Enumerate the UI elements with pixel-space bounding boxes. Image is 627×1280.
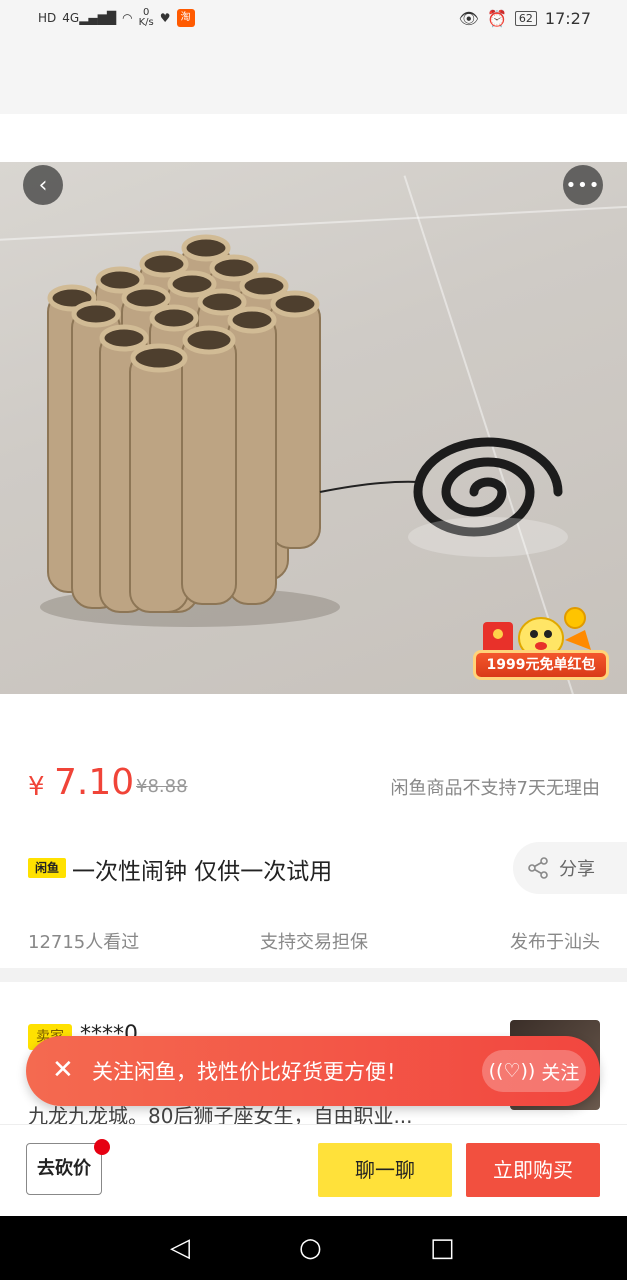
notification-dot — [94, 1139, 110, 1155]
follow-button[interactable]: ((♡)) 关注 — [482, 1050, 586, 1092]
bargain-button[interactable]: 去砍价 — [26, 1143, 102, 1195]
section-divider — [0, 968, 627, 982]
nav-recents-icon[interactable]: □ — [430, 1234, 455, 1262]
buy-now-button[interactable]: 立即购买 — [466, 1143, 600, 1197]
chat-button[interactable]: 聊一聊 — [318, 1143, 452, 1197]
follow-button-label: 关注 — [541, 1061, 580, 1084]
close-icon[interactable]: ✕ — [52, 1054, 74, 1086]
return-policy-note: 闲鱼商品不支持7天无理由 — [390, 778, 600, 799]
net-speed: 0 K/s — [139, 8, 154, 28]
publish-location: 发布于汕头 — [510, 932, 600, 953]
more-dots-icon: ••• — [565, 174, 601, 196]
more-options-button[interactable]: ••• — [563, 165, 603, 205]
share-label: 分享 — [559, 859, 595, 880]
wifi-icon: ◠ — [122, 11, 133, 25]
taobao-app-icon: 淘 — [176, 9, 195, 27]
product-image[interactable]: ‹ ••• 1999元免单红包 — [0, 162, 627, 694]
meta-row: 12715人看过 支持交易担保 发布于汕头 — [28, 928, 600, 958]
alarm-icon: ⏰ — [486, 9, 507, 28]
header-spacer — [0, 40, 627, 114]
share-button[interactable]: 分享 — [513, 842, 627, 894]
price-currency: ¥ — [28, 772, 45, 802]
title-row: 闲鱼 一次性闹钟 仅供一次试用 分享 — [28, 842, 627, 894]
back-button[interactable]: ‹ — [23, 165, 63, 205]
guarantee-note: 支持交易担保 — [260, 932, 368, 953]
product-title: 一次性闹钟 仅供一次试用 — [72, 859, 333, 885]
price-row: ¥ 7.10 ¥8.88 闲鱼商品不支持7天无理由 — [28, 760, 600, 810]
system-navigation-bar: ◁ ○ □ — [0, 1216, 627, 1280]
battery-icon: 62 — [514, 11, 537, 26]
hd-indicator: HD — [38, 11, 57, 25]
health-heart-icon: ♥ — [159, 11, 171, 25]
cellular-signal-icon: 4G▂▄▆█ — [62, 11, 117, 25]
eye-icon: 👁 — [458, 9, 479, 28]
clock-time: 17:27 — [544, 9, 591, 28]
nav-back-icon[interactable]: ◁ — [170, 1234, 190, 1262]
chevron-left-icon: ‹ — [38, 172, 48, 198]
network-type: 4G — [62, 11, 80, 25]
share-icon — [528, 857, 548, 879]
follow-banner-text: 关注闲鱼，找性价比好货更方便！ — [92, 1060, 407, 1084]
xianyu-tag: 闲鱼 — [28, 858, 66, 878]
current-price: 7.10 — [54, 762, 135, 803]
status-bar: HD 4G▂▄▆█ ◠ 0 K/s ♥ 淘 👁 ⏰ 62 17:27 — [0, 0, 627, 40]
broadcast-icon: ((♡)) — [488, 1060, 536, 1082]
follow-banner: ✕ 关注闲鱼，找性价比好货更方便！ ((♡)) 关注 — [26, 1036, 600, 1106]
original-price: ¥8.88 — [136, 776, 188, 797]
net-speed-unit: K/s — [138, 17, 154, 28]
bottom-action-bar: 去砍价 聊一聊 立即购买 — [0, 1124, 627, 1216]
nav-home-icon[interactable]: ○ — [299, 1234, 322, 1262]
promo-badge-text: 1999元免单红包 — [473, 650, 609, 680]
view-count: 12715人看过 — [28, 932, 140, 953]
promo-badge[interactable]: 1999元免单红包 — [473, 600, 609, 688]
